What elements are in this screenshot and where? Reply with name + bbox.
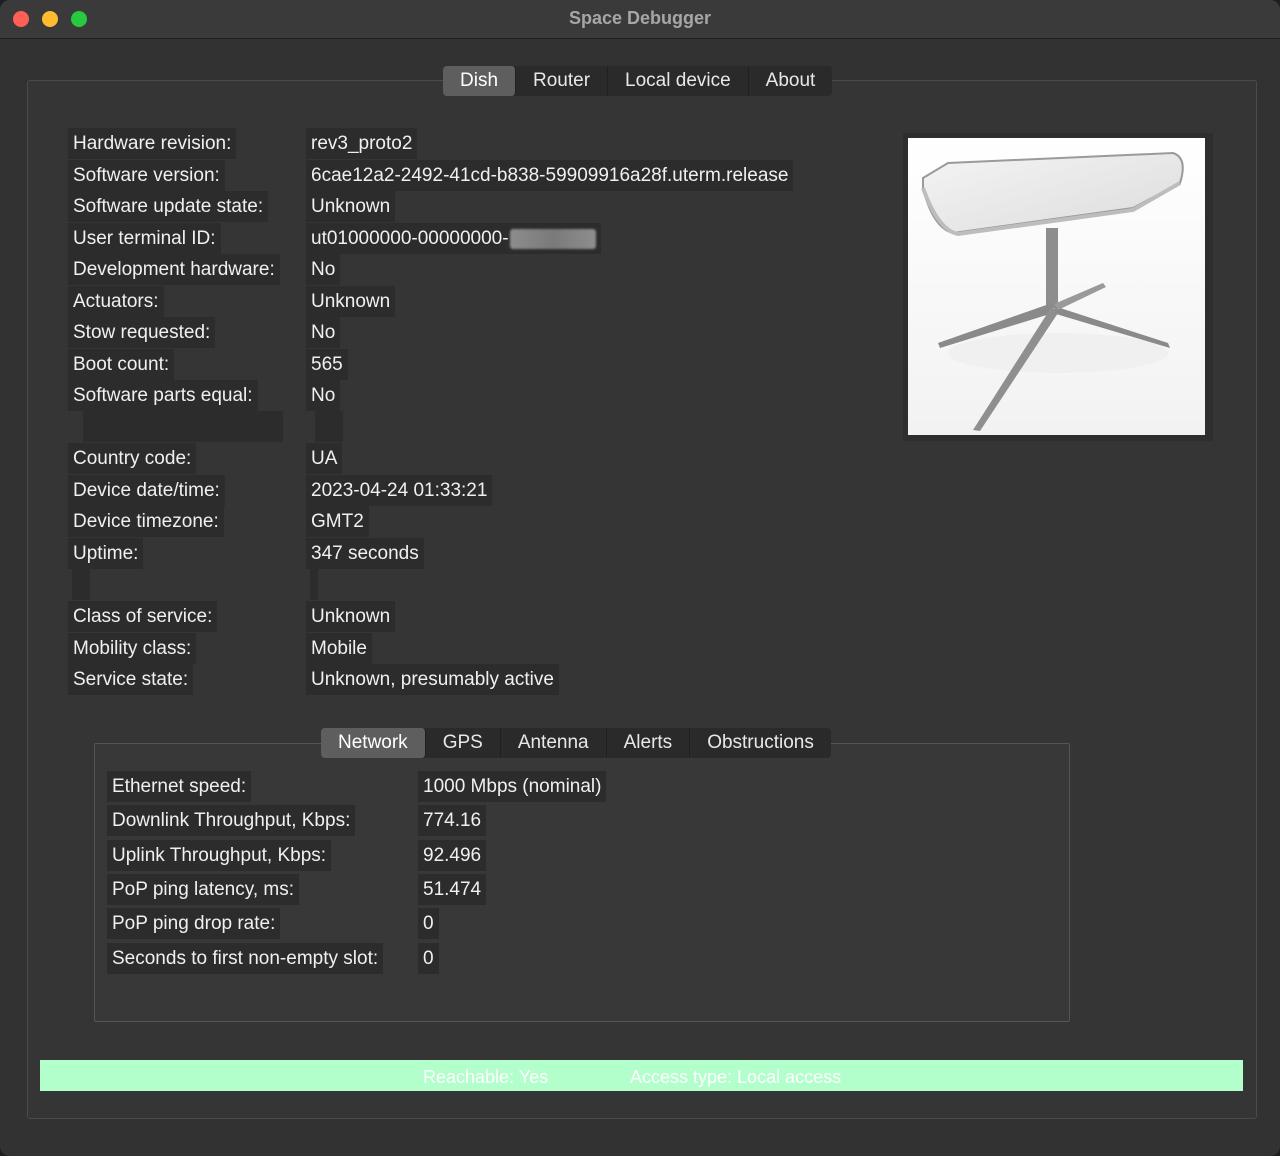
development-hardware-value: No bbox=[306, 254, 341, 285]
seconds-to-first-slot-label: Seconds to first non-empty slot: bbox=[107, 943, 384, 974]
tab-alerts[interactable]: Alerts bbox=[607, 728, 691, 758]
ethernet-speed-label: Ethernet speed: bbox=[107, 771, 252, 802]
pop-ping-drop-rate-value: 0 bbox=[418, 908, 439, 939]
ethernet-speed-value: 1000 Mbps (nominal) bbox=[418, 771, 607, 802]
downlink-throughput-value: 774.16 bbox=[418, 805, 487, 836]
service-state-value: Unknown, presumably active bbox=[306, 664, 559, 695]
hardware-revision-value: rev3_proto2 bbox=[306, 128, 418, 159]
uptime-label: Uptime: bbox=[68, 538, 144, 569]
pop-ping-latency-value: 51.474 bbox=[418, 874, 487, 905]
hardware-revision-label: Hardware revision: bbox=[68, 128, 237, 159]
tab-gps[interactable]: GPS bbox=[426, 728, 501, 758]
boot-count-label: Boot count: bbox=[68, 349, 175, 380]
device-datetime-value: 2023-04-24 01:33:21 bbox=[306, 475, 493, 506]
dish-image bbox=[908, 138, 1205, 435]
software-parts-equal-value: No bbox=[306, 380, 341, 411]
app-window: Space Debugger Dish Router Local device … bbox=[0, 0, 1280, 1156]
window-title: Space Debugger bbox=[568, 8, 712, 28]
user-terminal-id-label: User terminal ID: bbox=[68, 223, 221, 254]
uplink-throughput-value: 92.496 bbox=[418, 840, 487, 871]
software-update-state-label: Software update state: bbox=[68, 191, 269, 222]
access-type-status: Access type: Local access bbox=[630, 1067, 842, 1087]
tab-local-device[interactable]: Local device bbox=[608, 66, 749, 96]
dish-image-frame bbox=[903, 133, 1213, 441]
software-version-label: Software version: bbox=[68, 160, 225, 191]
tab-antenna[interactable]: Antenna bbox=[501, 728, 607, 758]
tab-about[interactable]: About bbox=[749, 66, 833, 96]
device-datetime-label: Device date/time: bbox=[68, 475, 225, 506]
seconds-to-first-slot-value: 0 bbox=[418, 943, 439, 974]
empty-value-cell bbox=[310, 569, 318, 600]
development-hardware-label: Development hardware: bbox=[68, 254, 280, 285]
sub-tab-bar: Network GPS Antenna Alerts Obstructions bbox=[321, 728, 831, 758]
empty-value-cell bbox=[315, 411, 343, 442]
reachable-status: Reachable: Yes bbox=[423, 1067, 549, 1087]
user-terminal-id-text: ut01000000-00000000- bbox=[311, 228, 509, 249]
stow-requested-value: No bbox=[306, 317, 341, 348]
starlink-dish-illustration bbox=[908, 138, 1205, 435]
country-code-value: UA bbox=[306, 443, 343, 474]
software-update-state-value: Unknown bbox=[306, 191, 396, 222]
titlebar: Space Debugger bbox=[0, 0, 1280, 39]
pop-ping-drop-rate-label: PoP ping drop rate: bbox=[107, 908, 281, 939]
actuators-label: Actuators: bbox=[68, 286, 164, 317]
device-timezone-label: Device timezone: bbox=[68, 506, 224, 537]
tab-router[interactable]: Router bbox=[516, 66, 609, 96]
user-terminal-id-value: ut01000000-00000000- bbox=[306, 223, 601, 254]
empty-label-cell bbox=[72, 569, 90, 600]
status-bar: Reachable: Yes Access type: Local access bbox=[40, 1060, 1243, 1091]
software-parts-equal-label: Software parts equal: bbox=[68, 380, 258, 411]
software-version-value: 6cae12a2-2492-41cd-b838-59909916a28f.ute… bbox=[306, 160, 794, 191]
uplink-throughput-label: Uplink Throughput, Kbps: bbox=[107, 840, 332, 871]
tab-obstructions[interactable]: Obstructions bbox=[690, 728, 831, 758]
stow-requested-label: Stow requested: bbox=[68, 317, 216, 348]
uptime-value: 347 seconds bbox=[306, 538, 424, 569]
tab-dish[interactable]: Dish bbox=[443, 66, 517, 96]
mobility-class-label: Mobility class: bbox=[68, 633, 197, 664]
tab-network[interactable]: Network bbox=[321, 728, 426, 758]
mobility-class-value: Mobile bbox=[306, 633, 372, 664]
boot-count-value: 565 bbox=[306, 349, 348, 380]
pop-ping-latency-label: PoP ping latency, ms: bbox=[107, 874, 300, 905]
country-code-label: Country code: bbox=[68, 443, 197, 474]
redacted-blur bbox=[509, 228, 596, 249]
service-state-label: Service state: bbox=[68, 664, 194, 695]
device-timezone-value: GMT2 bbox=[306, 506, 369, 537]
main-tab-bar: Dish Router Local device About bbox=[443, 66, 833, 96]
downlink-throughput-label: Downlink Throughput, Kbps: bbox=[107, 805, 356, 836]
class-of-service-value: Unknown bbox=[306, 601, 396, 632]
empty-label-cell bbox=[83, 411, 283, 442]
actuators-value: Unknown bbox=[306, 286, 396, 317]
class-of-service-label: Class of service: bbox=[68, 601, 218, 632]
